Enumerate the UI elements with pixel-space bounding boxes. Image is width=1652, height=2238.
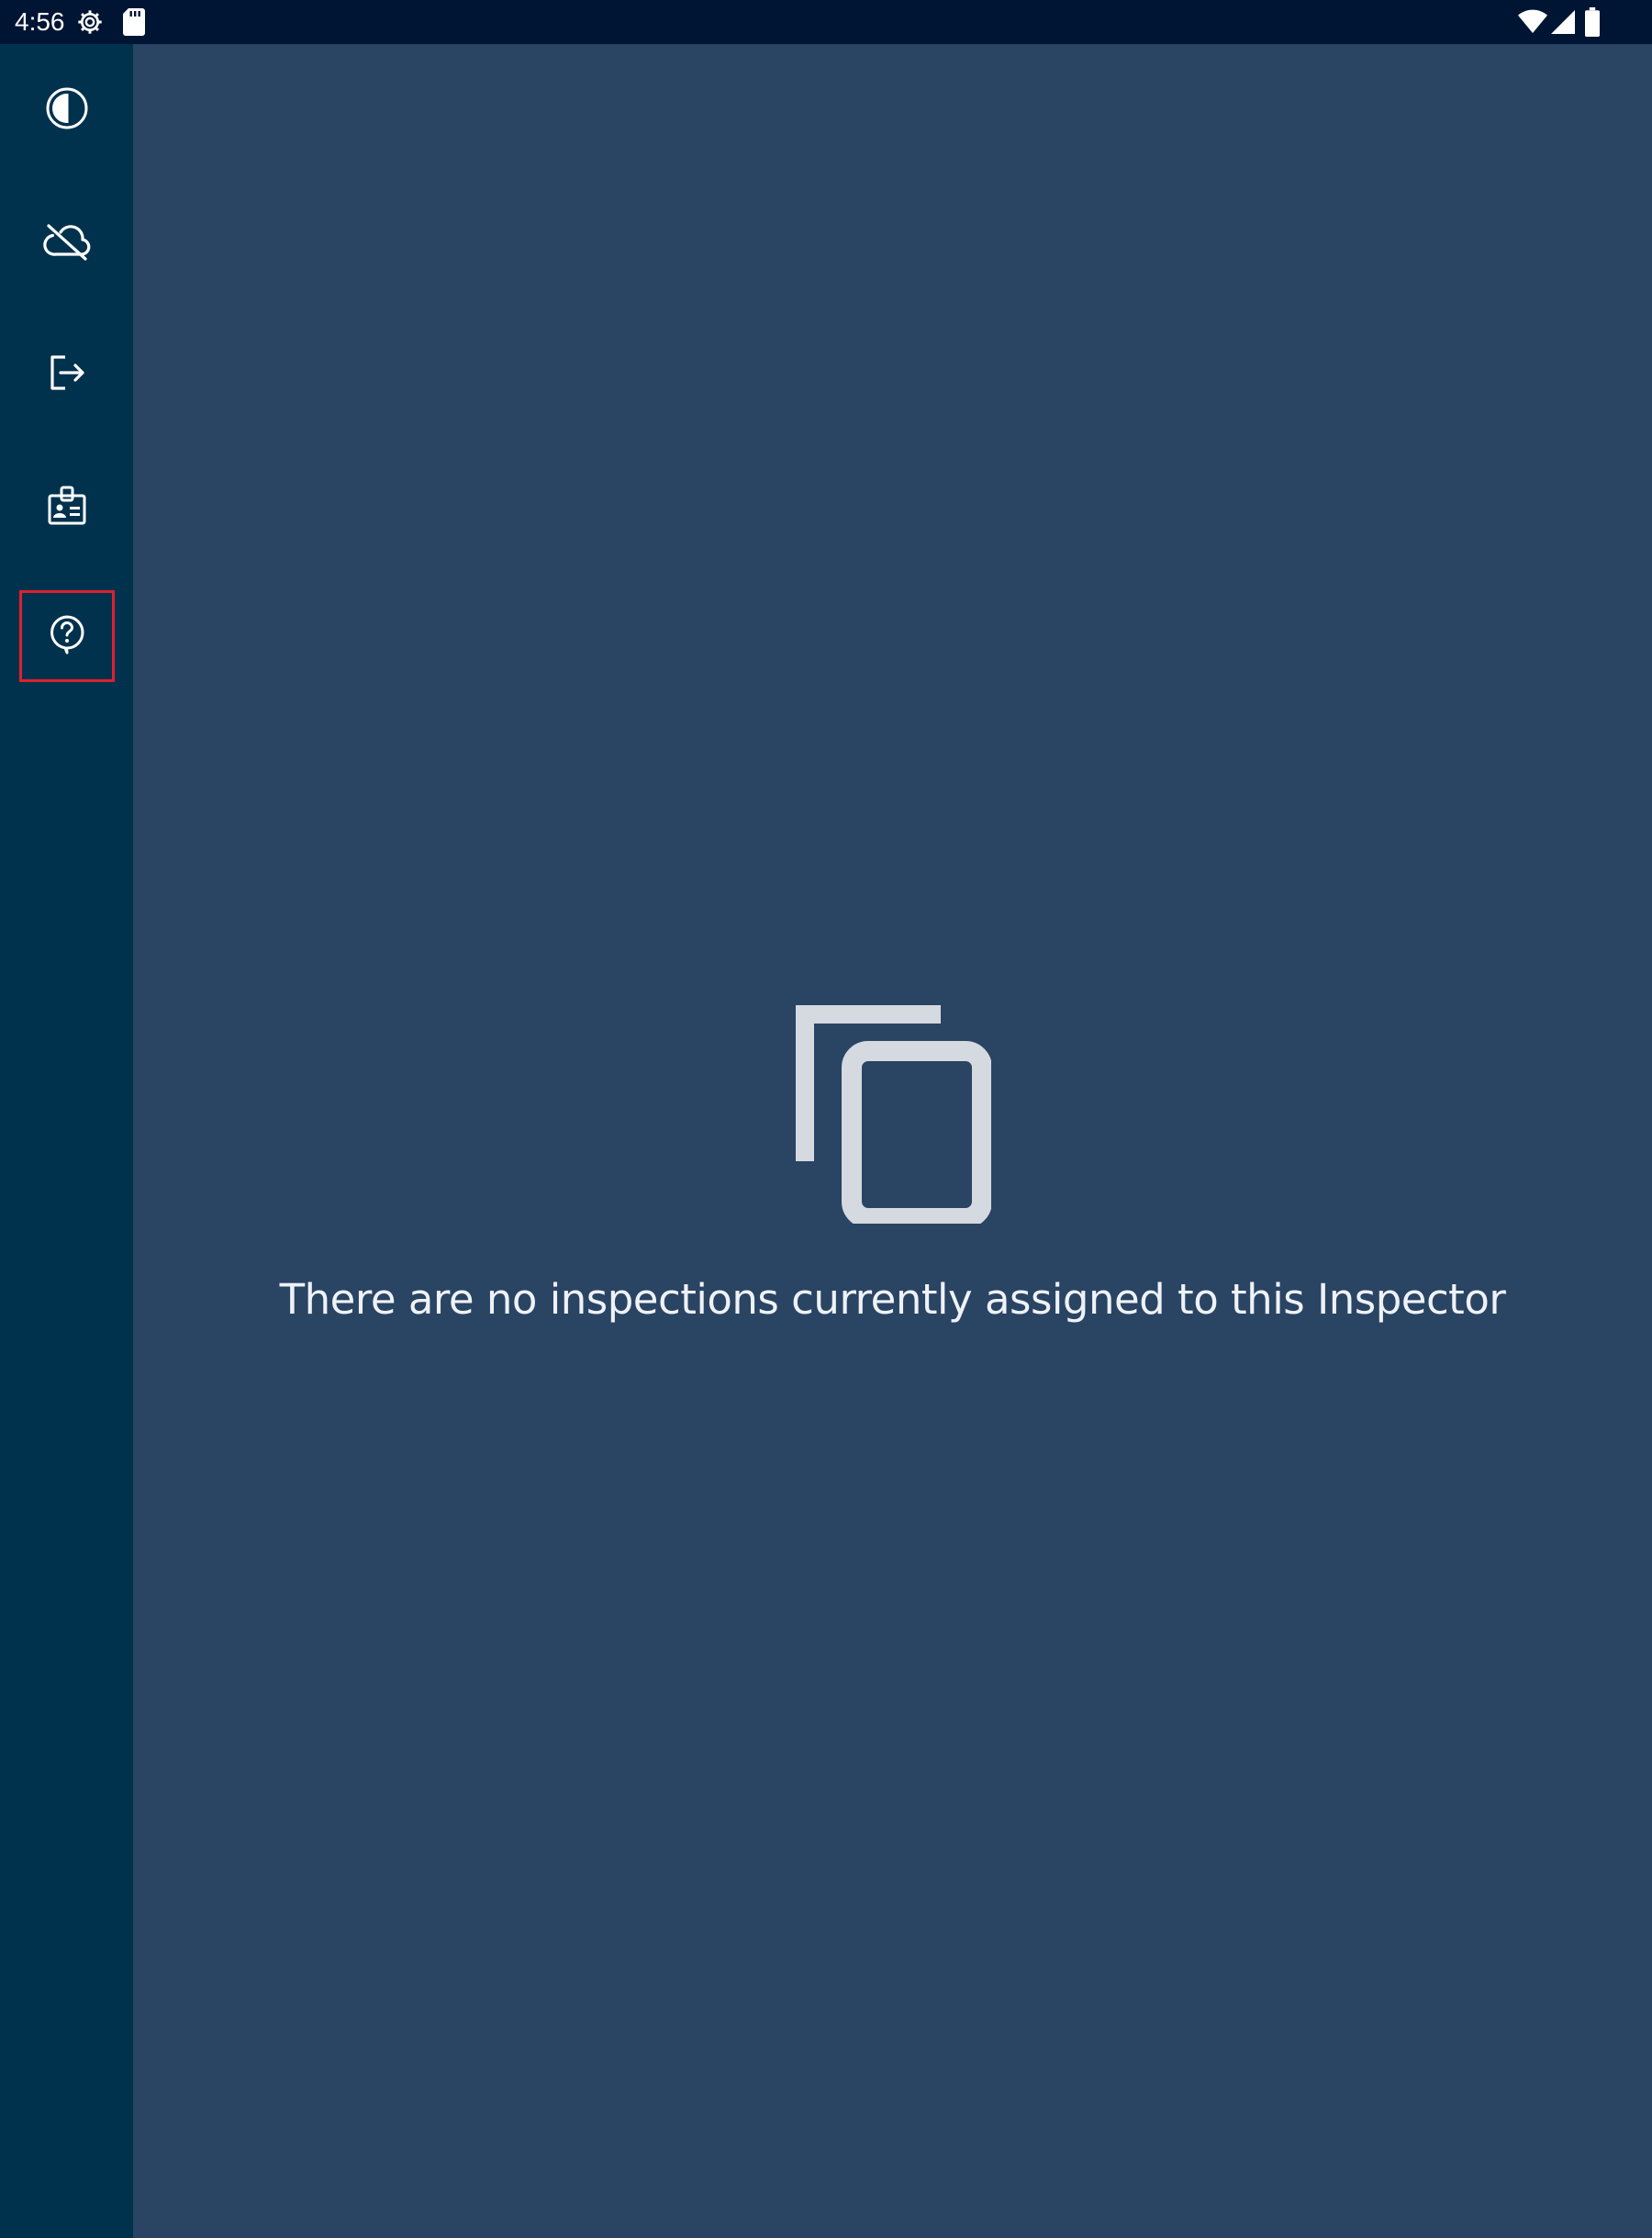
sd-card-icon <box>123 8 145 40</box>
help-circle-icon <box>49 614 85 659</box>
id-badge-icon <box>47 485 87 532</box>
sidebar-item-theme-contrast[interactable] <box>19 64 115 156</box>
copy-documents-icon <box>794 1003 992 1228</box>
battery-icon <box>1585 7 1600 41</box>
sidebar-nav <box>0 44 133 2238</box>
empty-state-message: There are no inspections currently assig… <box>279 1275 1506 1324</box>
settings-gear-icon <box>75 7 105 41</box>
sidebar-item-logout[interactable] <box>19 329 115 420</box>
contrast-icon <box>45 86 89 135</box>
main-content: There are no inspections currently assig… <box>133 44 1652 2238</box>
logout-icon <box>47 352 87 397</box>
cloud-off-icon <box>43 221 91 266</box>
sidebar-item-help[interactable] <box>19 590 115 682</box>
cellular-signal-icon <box>1551 9 1575 39</box>
status-bar: 4:56 <box>0 0 1652 44</box>
sidebar-item-inspector-badge[interactable] <box>19 462 115 554</box>
wifi-icon <box>1518 9 1547 39</box>
status-time: 4:56 <box>15 7 65 36</box>
sidebar-item-sync-offline[interactable] <box>19 197 115 289</box>
